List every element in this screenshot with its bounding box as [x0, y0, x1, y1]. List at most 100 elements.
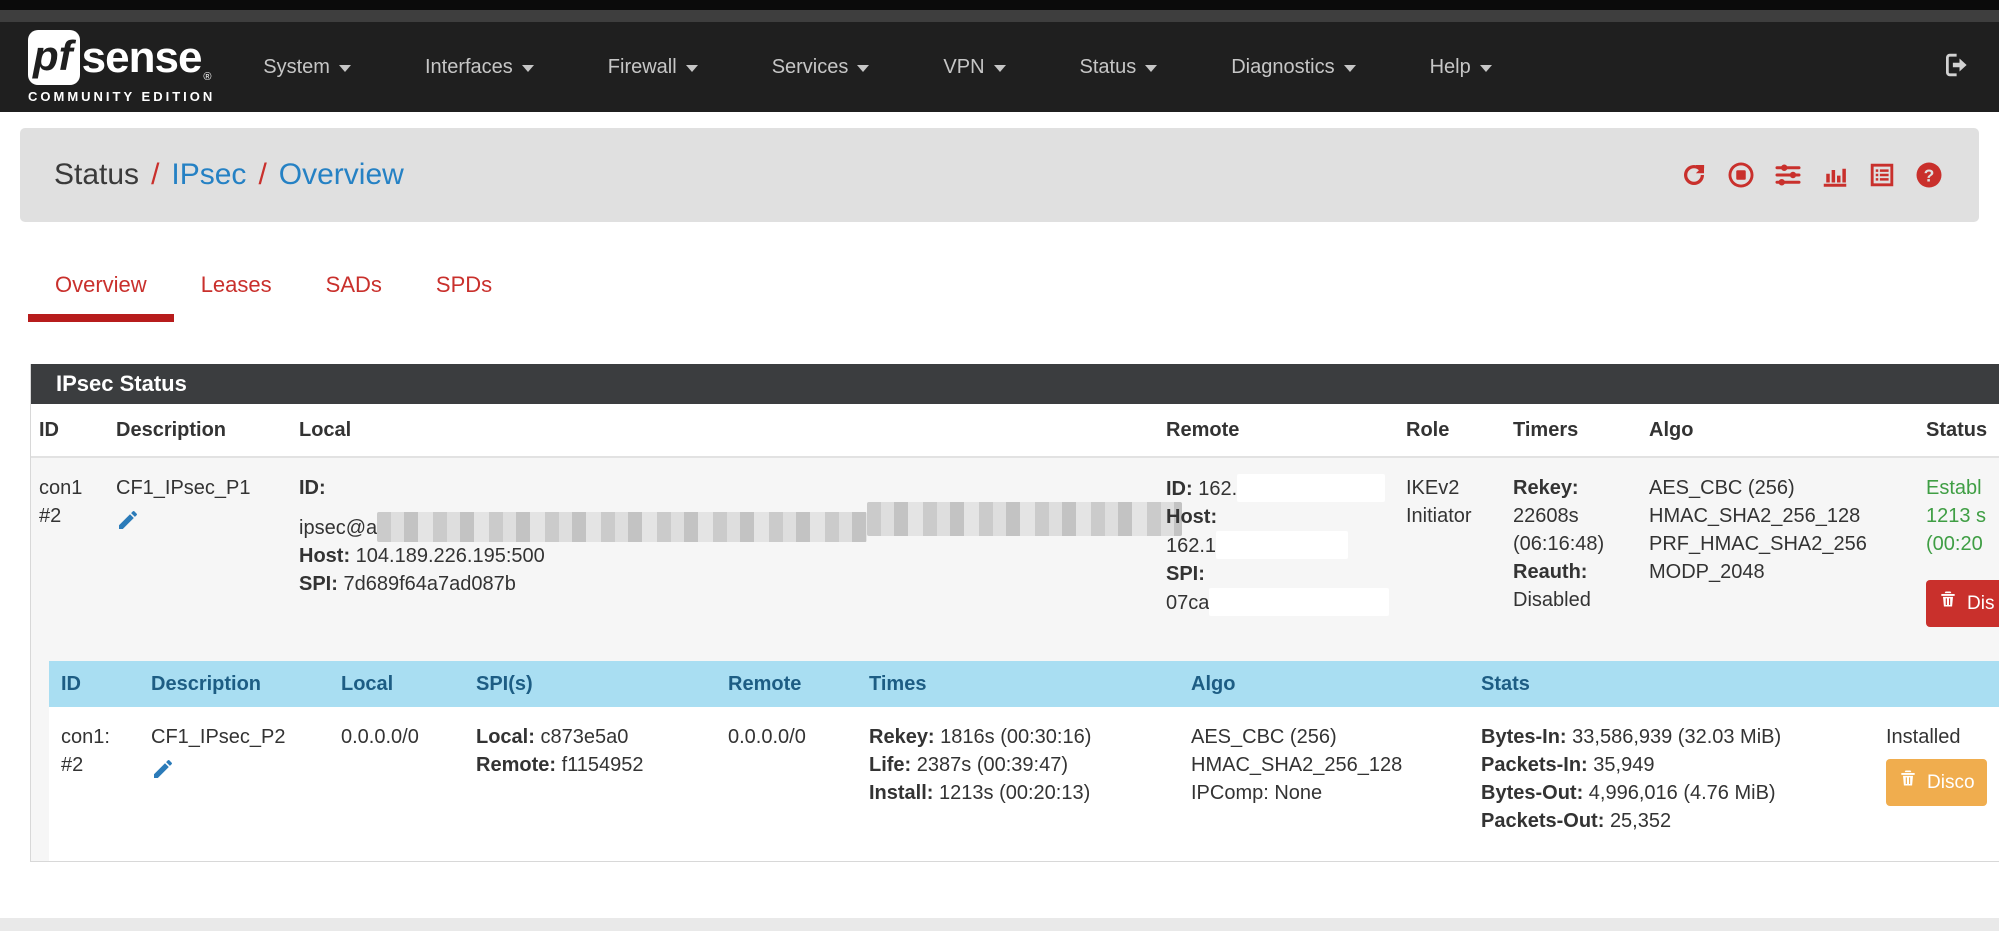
breadcrumb-link-ipsec[interactable]: IPsec: [171, 158, 246, 192]
child-spis-cell: Local: c873e5a0 Remote: f1154952: [476, 723, 728, 835]
trash-icon: [1938, 589, 1958, 618]
child-local-cell: 0.0.0.0/0: [341, 723, 476, 835]
nav-item-help[interactable]: Help: [1430, 56, 1492, 79]
child-table-row: con1: #2 CF1_IPsec_P2 0.0.0.0/0 Local: c…: [49, 707, 1999, 861]
col-header-times: Times: [869, 673, 1191, 696]
child-status-cell: Installed Disco: [1886, 723, 1999, 835]
breadcrumb-separator: /: [258, 158, 266, 192]
child-remote-cell: 0.0.0.0/0: [728, 723, 869, 835]
chevron-down-icon: [339, 65, 351, 72]
col-header-algo: Algo: [1649, 419, 1926, 442]
logo-edition-text: COMMUNITY EDITION: [28, 89, 215, 104]
col-header-role: Role: [1406, 419, 1513, 442]
nav-item-vpn[interactable]: VPN: [943, 56, 1005, 79]
nav-item-diagnostics[interactable]: Diagnostics: [1231, 56, 1355, 79]
ike-local-cell: ID: ipsec@a Host: 104.189.226.195:500 SP…: [299, 474, 1166, 627]
col-header-stats: Stats: [1481, 673, 1886, 696]
col-header-local: Local: [299, 419, 1166, 442]
breadcrumb: Status / IPsec / Overview: [54, 158, 404, 192]
col-header-spis: SPI(s): [476, 673, 728, 696]
ipsec-status-panel: IPsec Status ID Description Local Remote…: [30, 364, 1999, 862]
breadcrumb-separator: /: [151, 158, 159, 192]
page-action-icons: ?: [1678, 159, 1945, 191]
redacted-white: [1237, 474, 1385, 502]
trash-icon: [1898, 768, 1918, 797]
col-header-id: ID: [39, 419, 116, 442]
logo-trademark: ®: [203, 71, 211, 83]
child-table-header: ID Description Local SPI(s) Remote Times…: [49, 661, 1999, 707]
pencil-icon: [116, 515, 140, 537]
child-id-cell: con1: #2: [61, 723, 151, 835]
ike-role-cell: IKEv2 Initiator: [1406, 474, 1513, 627]
pfsense-logo[interactable]: pf sense ® COMMUNITY EDITION: [28, 30, 215, 104]
bar-chart-icon[interactable]: [1819, 159, 1851, 191]
main-navbar: pf sense ® COMMUNITY EDITION System Inte…: [0, 22, 1999, 112]
col-header-id: ID: [61, 673, 151, 696]
col-header-remote: Remote: [728, 673, 869, 696]
nav-item-services[interactable]: Services: [772, 56, 870, 79]
redacted-blur: [377, 512, 867, 542]
chevron-down-icon: [1145, 65, 1157, 72]
col-header-algo: Algo: [1191, 673, 1481, 696]
chevron-down-icon: [686, 65, 698, 72]
tab-leases[interactable]: Leases: [174, 258, 299, 322]
col-header-description: Description: [116, 419, 299, 442]
chevron-down-icon: [994, 65, 1006, 72]
navbar-menu: System Interfaces Firewall Services VPN …: [263, 56, 1491, 79]
ike-description-cell: CF1_IPsec_P1: [116, 474, 299, 627]
sliders-icon[interactable]: [1772, 159, 1804, 191]
ipsec-tabs: Overview Leases SADs SPDs: [28, 258, 1979, 322]
refresh-icon[interactable]: [1678, 159, 1710, 191]
logo-pf-box: pf: [28, 30, 80, 85]
nav-item-firewall[interactable]: Firewall: [608, 56, 698, 79]
help-icon[interactable]: ?: [1913, 159, 1945, 191]
tab-spds[interactable]: SPDs: [409, 258, 519, 322]
nav-item-system[interactable]: System: [263, 56, 351, 79]
ike-id-cell: con1 #2: [39, 474, 116, 627]
logout-button[interactable]: [1941, 50, 1971, 85]
edit-p1-button[interactable]: [116, 508, 285, 540]
col-header-timers: Timers: [1513, 419, 1649, 442]
chevron-down-icon: [522, 65, 534, 72]
breadcrumb-link-overview[interactable]: Overview: [279, 158, 404, 192]
pencil-icon: [151, 764, 175, 786]
svg-text:?: ?: [1924, 165, 1935, 185]
page-bottom-strip: [0, 918, 1999, 931]
top-black-strip: [0, 0, 1999, 10]
ike-table-header: ID Description Local Remote Role Timers …: [31, 404, 1999, 458]
tab-sads[interactable]: SADs: [299, 258, 409, 322]
stop-icon[interactable]: [1725, 159, 1757, 191]
nav-item-status[interactable]: Status: [1080, 56, 1158, 79]
chevron-down-icon: [857, 65, 869, 72]
top-gray-strip: [0, 10, 1999, 22]
breadcrumb-section: Status: [54, 158, 139, 192]
sign-out-icon: [1941, 50, 1971, 85]
child-description-cell: CF1_IPsec_P2: [151, 723, 341, 835]
col-header-remote: Remote: [1166, 419, 1406, 442]
log-list-icon[interactable]: [1866, 159, 1898, 191]
ike-timers-cell: Rekey: 22608s (06:16:48) Reauth: Disable…: [1513, 474, 1649, 627]
redacted-blur: [867, 502, 1182, 536]
redacted-white: [1209, 588, 1389, 616]
ike-remote-cell: ID: 162. Host: 162.1 SPI: 07ca: [1166, 474, 1406, 627]
logo-sense-text: sense: [82, 36, 202, 80]
disconnect-p2-button[interactable]: Disco: [1886, 759, 1987, 806]
child-algo-cell: AES_CBC (256) HMAC_SHA2_256_128 IPComp: …: [1191, 723, 1481, 835]
ike-table-row: con1 #2 CF1_IPsec_P1 ID: ipsec@a Host: 1…: [31, 458, 1999, 661]
chevron-down-icon: [1344, 65, 1356, 72]
nav-item-interfaces[interactable]: Interfaces: [425, 56, 534, 79]
child-times-cell: Rekey: 1816s (00:30:16) Life: 2387s (00:…: [869, 723, 1191, 835]
edit-p2-button[interactable]: [151, 757, 327, 789]
col-header-description: Description: [151, 673, 341, 696]
tab-overview[interactable]: Overview: [28, 258, 174, 322]
col-header-local: Local: [341, 673, 476, 696]
child-stats-cell: Bytes-In: 33,586,939 (32.03 MiB) Packets…: [1481, 723, 1886, 835]
ike-status-cell: Establ 1213 s (00:20 Dis: [1926, 474, 1999, 627]
breadcrumb-bar: Status / IPsec / Overview ?: [20, 128, 1979, 222]
child-sa-table: ID Description Local SPI(s) Remote Times…: [31, 661, 1999, 861]
redacted-white: [1216, 531, 1348, 559]
col-header-status: Status: [1926, 419, 1999, 442]
chevron-down-icon: [1480, 65, 1492, 72]
ike-algo-cell: AES_CBC (256) HMAC_SHA2_256_128 PRF_HMAC…: [1649, 474, 1926, 627]
disconnect-p1-button[interactable]: Dis: [1926, 580, 1999, 627]
